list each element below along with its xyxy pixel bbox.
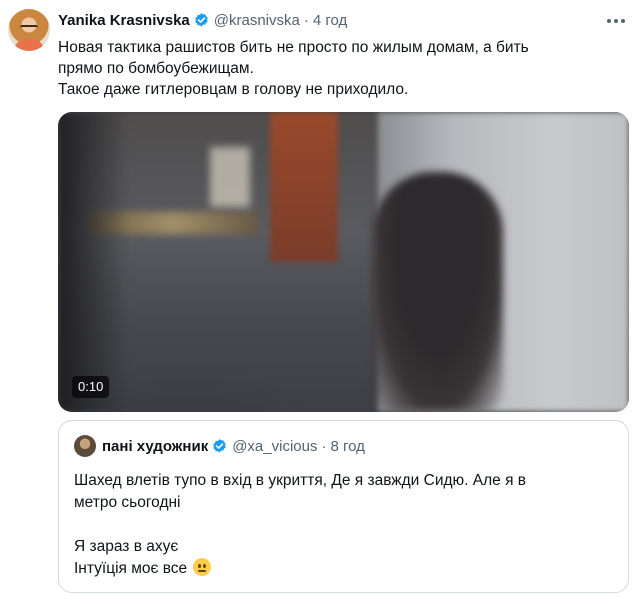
avatar-glasses — [20, 25, 38, 30]
quoted-tweet-timestamp[interactable]: 8 год — [330, 438, 364, 455]
quoted-text-line: метро сьогодні — [74, 494, 181, 511]
tweet-text-line: Такое даже гитлеровцам в голову не прихо… — [58, 81, 409, 98]
quoted-text-line: Інтуїція моє все — [74, 560, 188, 577]
quoted-text-line: Я зараз в ахує — [74, 538, 179, 555]
author-avatar[interactable] — [8, 9, 50, 51]
tweet-text-line: Новая тактика рашистов бить не просто по… — [58, 39, 529, 56]
author-handle[interactable]: @krasnivska — [214, 12, 300, 29]
neutral-face-emoji-icon — [193, 558, 212, 576]
quoted-tweet-text: Шахед влетів тупо в вхід в укриття, Де я… — [74, 470, 614, 580]
tweet-text: Новая тактика рашистов бить не просто по… — [58, 37, 618, 100]
verified-badge-icon — [195, 12, 208, 27]
video-door-shape — [270, 112, 338, 262]
video-duration-badge: 0:10 — [72, 376, 110, 398]
quoted-tweet[interactable]: пані художник @xa_vicious · 8 год Шахед … — [58, 420, 629, 593]
separator-dot: · — [321, 437, 327, 455]
avatar-sweater — [14, 39, 44, 51]
quoted-author-name[interactable]: пані художник — [102, 438, 208, 455]
quoted-author-avatar[interactable] — [74, 435, 96, 457]
video-light-shape — [210, 147, 250, 207]
quoted-author-handle[interactable]: @xa_vicious — [232, 438, 317, 455]
video-player[interactable] — [58, 112, 629, 412]
quoted-text-line — [74, 514, 614, 536]
verified-badge-icon — [213, 438, 226, 453]
video-figure-shape — [373, 172, 503, 412]
quoted-text-line-with-emoji: Інтуїція моє все — [74, 558, 614, 580]
tweet-timestamp[interactable]: 4 год — [313, 12, 347, 29]
quoted-tweet-header: пані художник @xa_vicious · 8 год — [102, 436, 365, 456]
author-name[interactable]: Yanika Krasnivska — [58, 12, 190, 29]
separator-dot: · — [303, 11, 309, 29]
video-shadow — [58, 112, 128, 412]
more-options-icon[interactable] — [604, 11, 628, 31]
quoted-text-line: Шахед влетів тупо в вхід в укриття, Де я… — [74, 472, 527, 489]
tweet-text-line: прямо по бомбоубежищам. — [58, 60, 254, 77]
tweet-header: Yanika Krasnivska @krasnivska · 4 год — [58, 10, 347, 30]
